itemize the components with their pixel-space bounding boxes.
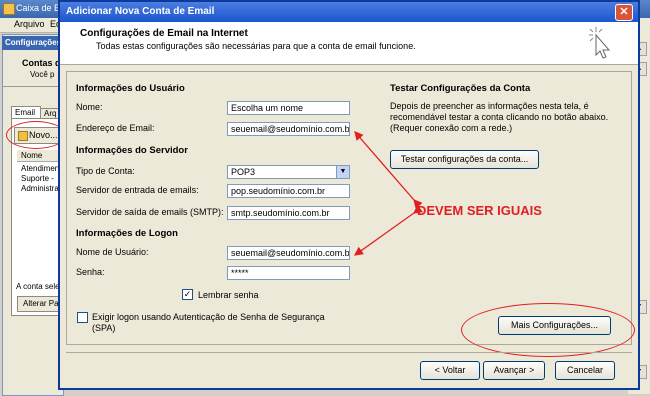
list-item[interactable]: Atendimen — [21, 164, 62, 173]
cancel-button[interactable]: Cancelar — [555, 361, 615, 380]
email-label: Endereço de Email: — [76, 123, 155, 133]
outlook-app-icon — [3, 3, 15, 15]
section-server-info: Informações do Servidor — [76, 145, 188, 156]
list-item[interactable]: Suporte - — [21, 174, 62, 183]
column-name-label: Nome — [21, 151, 43, 160]
footer-divider — [66, 352, 632, 353]
next-button[interactable]: Avançar > — [483, 361, 545, 380]
incoming-server-field[interactable]: pop.seudomínio.com.br — [227, 184, 350, 198]
account-settings-titlebar: Configurações — [2, 36, 62, 50]
contas-subheading: Você p — [30, 70, 55, 79]
account-type-label: Tipo de Conta: — [76, 166, 135, 176]
outgoing-server-label: Servidor de saída de emails (SMTP): — [76, 207, 224, 217]
dialog-title: Adicionar Nova Conta de Email — [66, 6, 215, 17]
annotation-text: DEVEM SER IGUAIS — [417, 203, 542, 218]
list-item[interactable]: Administra — [21, 184, 62, 193]
header-title: Configurações de Email na Internet — [80, 28, 248, 39]
accounts-list-header[interactable]: Nome — [17, 150, 62, 162]
back-button[interactable]: < Voltar — [420, 361, 480, 380]
annotation-ellipse-more-settings — [461, 303, 635, 357]
cursor-click-icon — [589, 27, 611, 59]
chevron-down-icon[interactable]: ▼ — [336, 166, 349, 178]
name-label: Nome: — [76, 102, 103, 112]
test-description-line: recomendável testar a conta clicando no … — [390, 112, 609, 122]
name-field[interactable]: Escolha um nome — [227, 101, 350, 115]
account-type-value: POP3 — [231, 167, 256, 177]
incoming-server-label: Servidor de entrada de emails: — [76, 185, 199, 195]
menu-arquivo[interactable]: Arquivo — [14, 19, 45, 29]
section-user-info: Informações do Usuário — [76, 83, 185, 94]
change-folder-label: Alterar Pas — [23, 299, 63, 308]
annotation-ellipse-new — [6, 121, 66, 149]
tab-arquivos-label: Arq — [44, 109, 57, 118]
close-icon[interactable]: ✕ — [615, 4, 633, 21]
spa-label: Exigir logon usando Autenticação de Senh… — [92, 312, 325, 322]
account-settings-title: Configurações — [5, 38, 62, 47]
section-test-account: Testar Configurações da Conta — [390, 83, 531, 94]
selected-account-text: A conta sele — [16, 282, 60, 291]
outgoing-server-field[interactable]: smtp.seudomínio.com.br — [227, 206, 350, 220]
email-field[interactable]: seuemail@seudomínio.com.br — [227, 122, 350, 136]
test-description-line: Depois de preencher as informações nesta… — [390, 101, 589, 111]
password-field[interactable]: ***** — [227, 266, 350, 280]
spa-checkbox[interactable] — [77, 312, 88, 323]
remember-password-label: Lembrar senha — [198, 290, 259, 300]
change-folder-button[interactable]: Alterar Pas — [17, 296, 64, 312]
tab-email-label: Email — [15, 108, 36, 117]
remember-password-checkbox[interactable]: ✓ — [182, 289, 193, 300]
section-logon-info: Informações de Logon — [76, 228, 178, 239]
header-subtitle: Todas estas configurações são necessária… — [96, 41, 416, 51]
divider — [2, 86, 62, 87]
username-label: Nome de Usuário: — [76, 247, 149, 257]
contas-heading: Contas d — [22, 58, 61, 68]
spa-label-line2: (SPA) — [92, 323, 116, 333]
username-field[interactable]: seuemail@seudomínio.com.br — [227, 246, 350, 260]
account-type-select[interactable]: POP3 ▼ — [227, 165, 350, 179]
test-account-button[interactable]: Testar configurações da conta... — [390, 150, 539, 169]
password-label: Senha: — [76, 267, 105, 277]
test-description-line: (Requer conexão com a rede.) — [390, 123, 513, 133]
